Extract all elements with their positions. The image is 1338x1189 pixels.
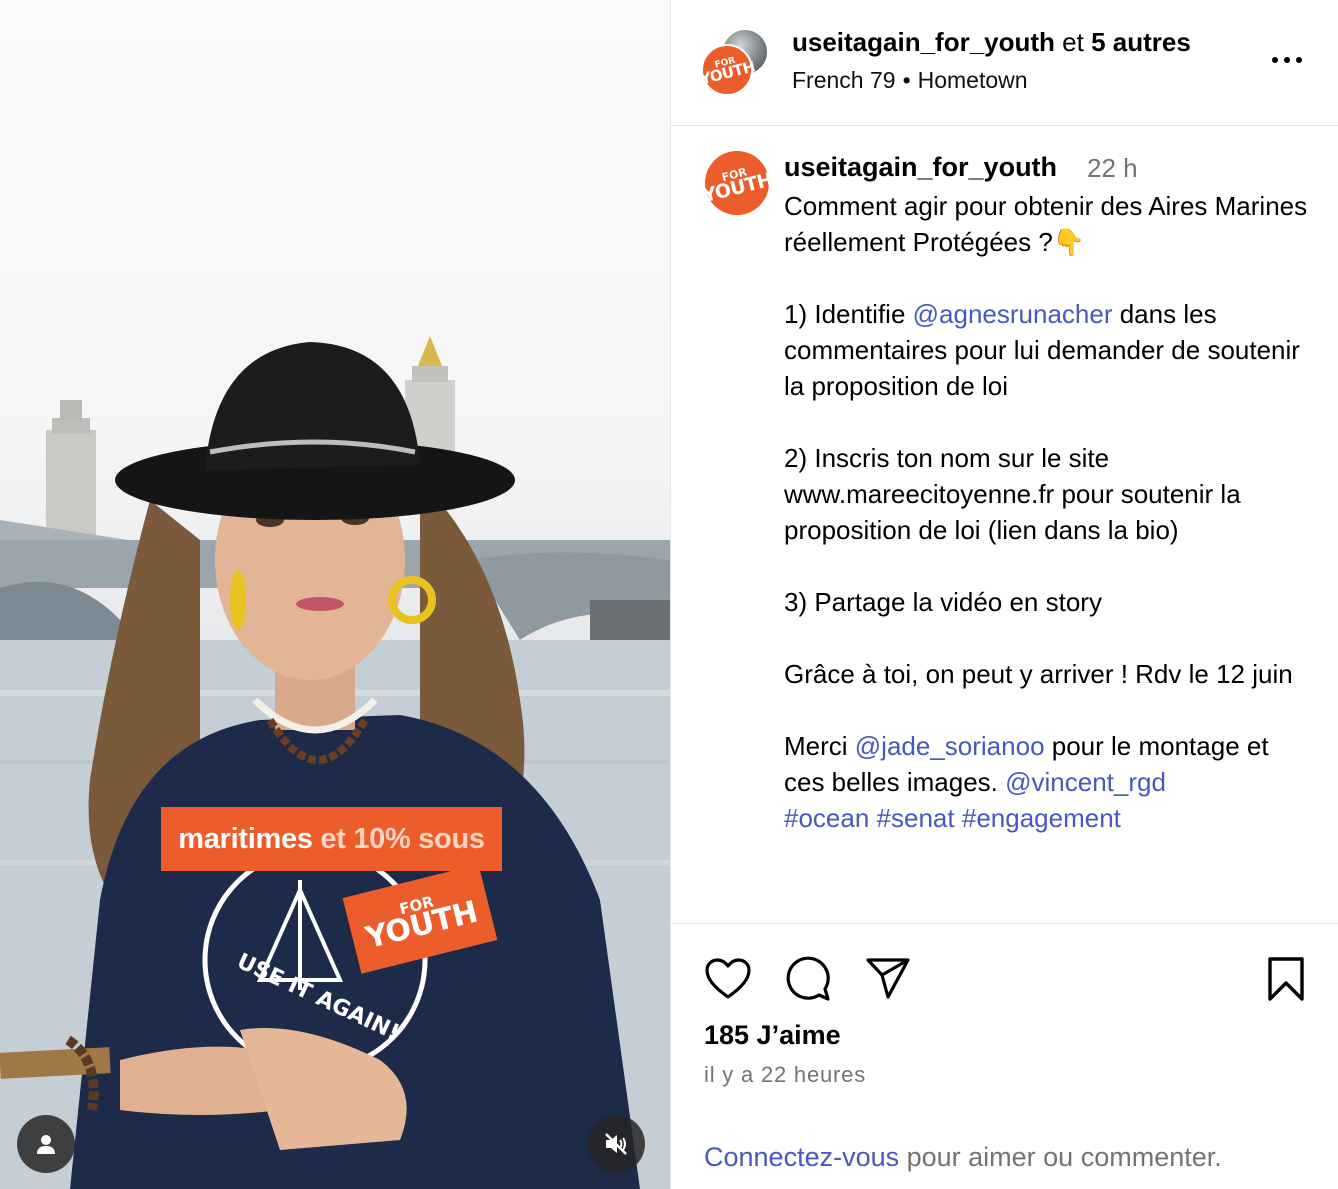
author-username-link[interactable]: useitagain_for_youth	[792, 27, 1055, 57]
caption-intro: Comment agir pour obtenir des Aires Mari…	[784, 191, 1308, 257]
post-sidebar: FOR YOUTH useitagain_for_youth et 5 autr…	[670, 0, 1338, 1189]
mute-toggle-button[interactable]	[587, 1115, 645, 1173]
audio-track-link[interactable]: Hometown	[918, 67, 1028, 93]
like-button[interactable]	[703, 954, 753, 1004]
comment-bubble-icon	[786, 956, 830, 1001]
hashtag-link[interactable]: #senat	[877, 803, 955, 833]
thanks-text: Merci	[784, 731, 855, 761]
post-media-video[interactable]: FOR YOUTH USE IT AGAIN! maritimes et 10%…	[0, 0, 670, 1189]
more-horizontal-icon	[1272, 57, 1278, 63]
authors-connector: et	[1054, 27, 1092, 57]
post-actions: 185 J’aime il y a 22 heures Connectez-vo…	[671, 924, 1338, 1189]
hashtag-link[interactable]: #ocean	[784, 803, 869, 833]
video-caption-overlay: maritimes et 10% sous	[161, 807, 502, 871]
caption-thanks: Merci @jade_sorianoo pour le montage et …	[784, 728, 1314, 836]
caption-text: Comment agir pour obtenir des Aires Mari…	[784, 188, 1314, 836]
caption-timestamp[interactable]: 22 h	[1087, 153, 1138, 184]
caption-username-link[interactable]: useitagain_for_youth	[784, 152, 1057, 183]
other-authors-link[interactable]: 5 autres	[1091, 27, 1191, 57]
step1-text: 1) Identifie	[784, 299, 913, 329]
login-prompt-text: pour aimer ou commenter.	[899, 1142, 1222, 1172]
post-authors: useitagain_for_youth et 5 autres	[792, 27, 1191, 58]
mention-link[interactable]: @jade_sorianoo	[855, 731, 1045, 761]
heart-icon	[705, 958, 751, 999]
audio-separator: •	[902, 67, 911, 93]
caption-light: et 10% sous	[320, 823, 485, 855]
caption-step-1: 1) Identifie @agnesrunacher dans les com…	[784, 296, 1314, 404]
mention-link[interactable]: @agnesrunacher	[913, 299, 1113, 329]
audio-artist-link[interactable]: French 79	[792, 67, 896, 93]
comment-button[interactable]	[783, 954, 833, 1004]
person-icon	[37, 1135, 55, 1154]
author-avatar[interactable]: FOR YOUTH	[699, 44, 757, 96]
speaker-muted-icon	[605, 1133, 627, 1155]
hashtag-link[interactable]: #engagement	[962, 803, 1121, 833]
caption-call-to-action: Grâce à toi, on peut y arriver ! Rdv le …	[784, 659, 1293, 689]
collab-avatars[interactable]: FOR YOUTH	[699, 28, 771, 98]
save-button[interactable]	[1261, 954, 1311, 1004]
login-prompt: Connectez-vous pour aimer ou commenter.	[704, 1142, 1222, 1173]
more-horizontal-icon	[1284, 57, 1290, 63]
audio-info: French 79 • Hometown	[792, 67, 1028, 94]
login-link[interactable]: Connectez-vous	[704, 1142, 899, 1172]
post-time-ago[interactable]: il y a 22 heures	[704, 1062, 866, 1088]
likes-count[interactable]: 185 J’aime	[704, 1020, 841, 1051]
caption-step-2: 2) Inscris ton nom sur le site www.maree…	[784, 443, 1241, 545]
post-caption: FOR YOUTH useitagain_for_youth 22 h Comm…	[671, 126, 1338, 924]
post-header: FOR YOUTH useitagain_for_youth et 5 autr…	[671, 0, 1338, 126]
share-button[interactable]	[863, 954, 913, 1004]
more-horizontal-icon	[1296, 57, 1302, 63]
bookmark-icon	[1268, 957, 1304, 1001]
tagged-users-button[interactable]	[17, 1115, 75, 1173]
mention-link[interactable]: @vincent_rgd	[1005, 767, 1166, 797]
caption-author-avatar[interactable]: FOR YOUTH	[701, 151, 775, 215]
more-options-button[interactable]	[1267, 46, 1307, 74]
caption-step-3: 3) Partage la vidéo en story	[784, 587, 1102, 617]
paper-plane-icon	[866, 958, 910, 999]
caption-strong: maritimes	[178, 823, 313, 855]
